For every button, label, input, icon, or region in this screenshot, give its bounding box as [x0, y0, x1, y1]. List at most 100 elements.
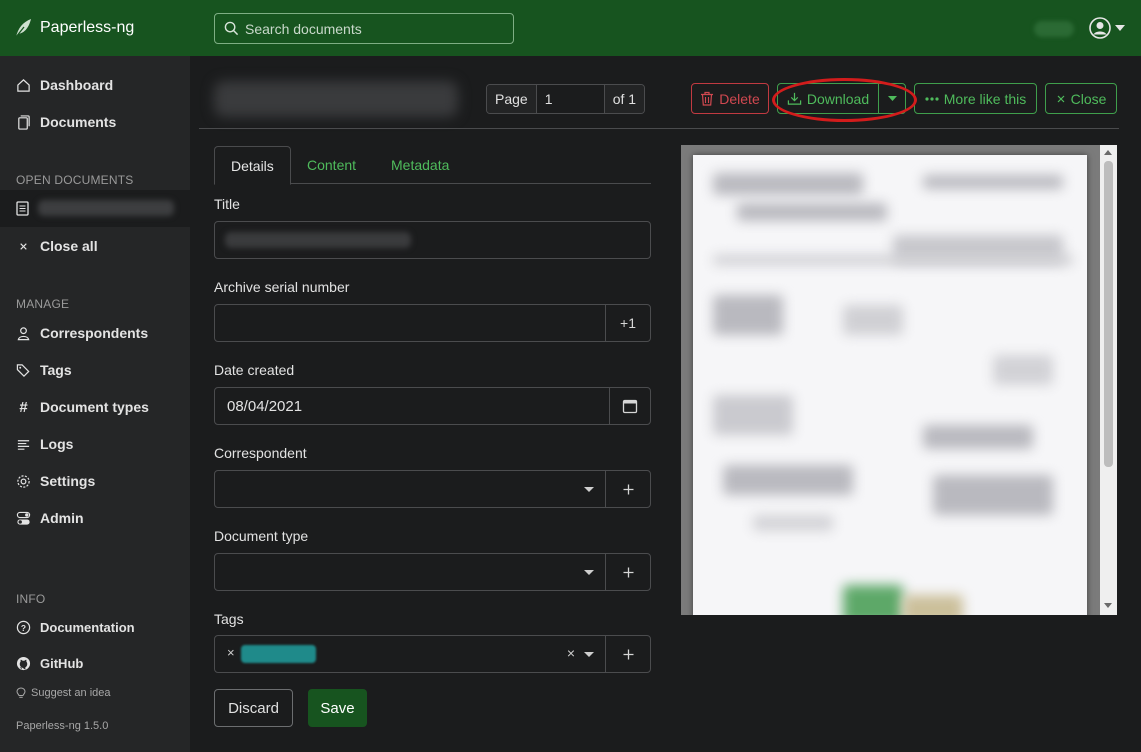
sidebar-item-label: Document types [40, 399, 149, 415]
sidebar-item-label: Settings [40, 473, 96, 489]
sidebar-item-settings[interactable]: Settings [16, 473, 95, 489]
title-label: Title [214, 196, 240, 212]
close-all-label: Close all [40, 238, 98, 254]
scroll-up-icon[interactable] [1104, 150, 1112, 155]
calendar-button[interactable] [609, 388, 650, 424]
close-icon [1056, 94, 1066, 104]
sidebar-item-label: Documentation [40, 620, 135, 635]
tags-select[interactable]: × × [214, 635, 651, 673]
person-icon [16, 326, 31, 341]
title-field[interactable] [214, 221, 651, 259]
title-value-redacted [225, 232, 411, 248]
top-navbar: Paperless-ng [0, 0, 1141, 56]
sidebar-item-document-types[interactable]: # Document types [16, 399, 149, 415]
sidebar-item-correspondents[interactable]: Correspondents [16, 325, 148, 341]
toggles-icon [16, 511, 31, 526]
page-label: Page [487, 85, 536, 113]
add-document-type-button[interactable] [605, 554, 650, 590]
search-icon [224, 21, 239, 36]
plus-icon [623, 649, 634, 660]
info-heading: INFO [16, 592, 46, 606]
trash-icon [700, 91, 714, 106]
text-lines-icon [16, 437, 31, 452]
sidebar-item-label: Tags [40, 362, 72, 378]
scroll-down-icon[interactable] [1104, 603, 1112, 608]
user-avatar-icon [1089, 17, 1111, 39]
document-preview[interactable] [681, 145, 1117, 615]
download-dropdown-toggle[interactable] [878, 83, 906, 114]
hash-icon: # [19, 398, 28, 416]
document-type-label: Document type [214, 528, 309, 544]
gear-icon [16, 474, 31, 489]
sidebar-item-admin[interactable]: Admin [16, 510, 84, 526]
correspondent-select[interactable] [214, 470, 651, 508]
clear-tags-icon[interactable]: × [567, 645, 575, 661]
sidebar-item-logs[interactable]: Logs [16, 436, 73, 452]
more-like-this-button[interactable]: More like this [914, 83, 1037, 114]
sidebar-item-label: Admin [40, 510, 84, 526]
sidebar-item-documentation[interactable]: ? Documentation [16, 620, 135, 635]
tab-metadata[interactable]: Metadata [375, 146, 465, 184]
preview-page-blurred [693, 155, 1087, 615]
question-circle-icon: ? [16, 620, 31, 635]
remove-tag-icon[interactable]: × [227, 645, 235, 660]
delete-button[interactable]: Delete [691, 83, 769, 114]
page-count-label: of 1 [604, 85, 645, 113]
sidebar-item-label: Documents [40, 114, 117, 130]
open-document-title-redacted [38, 200, 174, 216]
more-like-this-label: More like this [943, 90, 1027, 107]
sidebar-item-label: GitHub [40, 656, 84, 671]
asn-field: +1 [214, 304, 651, 342]
scrollbar-thumb[interactable] [1104, 161, 1113, 467]
manage-heading: MANAGE [16, 297, 70, 311]
sidebar-item-documents[interactable]: Documents [16, 114, 116, 130]
asn-input[interactable] [215, 305, 605, 341]
date-created-label: Date created [214, 362, 295, 378]
add-correspondent-button[interactable] [605, 471, 650, 507]
page-selector: Page of 1 [486, 84, 646, 114]
document-type-select[interactable] [214, 553, 651, 591]
caret-down-icon [584, 570, 594, 575]
close-button[interactable]: Close [1045, 83, 1117, 114]
open-documents-heading: OPEN DOCUMENTS [16, 173, 134, 187]
tags-label: Tags [214, 611, 244, 627]
lightbulb-icon [16, 687, 26, 699]
search-input[interactable] [245, 20, 505, 37]
open-document-item[interactable] [0, 190, 190, 227]
close-label: Close [1070, 90, 1107, 107]
search-box[interactable] [214, 13, 514, 44]
download-button[interactable]: Download [777, 83, 879, 114]
tab-content[interactable]: Content [291, 146, 372, 184]
download-icon [787, 91, 802, 106]
save-button[interactable]: Save [308, 689, 367, 727]
tab-details[interactable]: Details [214, 146, 291, 185]
chevron-down-icon [1115, 25, 1125, 31]
brand-label: Paperless-ng [40, 19, 135, 36]
user-menu-button[interactable] [1089, 17, 1125, 39]
plus-icon [623, 484, 634, 495]
header-divider [199, 128, 1119, 129]
preview-scrollbar[interactable] [1100, 145, 1117, 615]
download-label: Download [806, 90, 870, 107]
date-created-input[interactable] [215, 388, 605, 424]
calendar-icon [622, 398, 638, 414]
add-tag-button[interactable] [605, 636, 650, 672]
caret-down-icon [584, 652, 594, 657]
sidebar-item-label: Dashboard [40, 77, 114, 93]
discard-button[interactable]: Discard [214, 689, 293, 727]
document-title-redacted [214, 81, 458, 117]
sidebar-item-github[interactable]: GitHub [16, 656, 83, 671]
close-all-button[interactable]: Close all [16, 238, 98, 254]
asn-increment-button[interactable]: +1 [605, 305, 650, 341]
brand[interactable]: Paperless-ng [14, 18, 134, 38]
page-number-input[interactable] [535, 85, 605, 113]
sidebar-item-tags[interactable]: Tags [16, 362, 72, 378]
suggest-idea-link[interactable]: Suggest an idea [16, 687, 111, 699]
svg-text:?: ? [21, 623, 26, 633]
asn-label: Archive serial number [214, 279, 350, 295]
sidebar-item-dashboard[interactable]: Dashboard [16, 77, 113, 93]
app-version: Paperless-ng 1.5.0 [16, 720, 109, 732]
sidebar-item-label: Logs [40, 436, 74, 452]
delete-label: Delete [719, 90, 760, 107]
documents-icon [16, 114, 31, 130]
